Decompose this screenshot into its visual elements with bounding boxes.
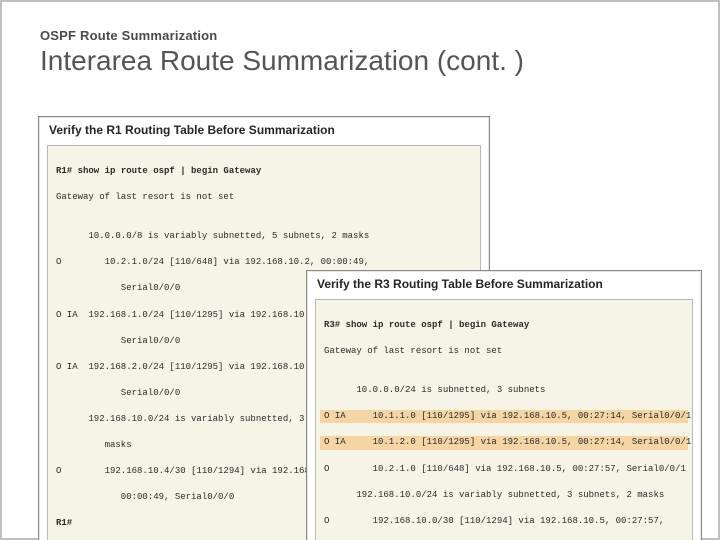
cli-prompt: R1#: [56, 166, 72, 176]
cli-command: show ip route ospf | begin Gateway: [346, 320, 530, 330]
card-r3-cli: R3# show ip route ospf | begin Gateway G…: [315, 299, 693, 540]
cli-prompt: R3#: [324, 320, 340, 330]
cli-command: show ip route ospf | begin Gateway: [78, 166, 262, 176]
cli-line: 192.168.10.0/24 is variably subnetted, 3…: [324, 489, 684, 502]
cli-line: Gateway of last resort is not set: [324, 345, 684, 358]
cli-line: O 10.2.1.0 [110/648] via 192.168.10.5, 0…: [324, 463, 684, 476]
cli-line: Gateway of last resort is not set: [56, 191, 472, 204]
page-title: Interarea Route Summarization (cont. ): [40, 45, 684, 77]
card-r1-caption: Verify the R1 Routing Table Before Summa…: [39, 117, 489, 145]
slide: OSPF Route Summarization Interarea Route…: [0, 0, 720, 540]
card-r3-caption: Verify the R3 Routing Table Before Summa…: [307, 271, 701, 299]
cli-line-highlight: O IA 10.1.1.0 [110/1295] via 192.168.10.…: [320, 410, 688, 423]
topic-label: OSPF Route Summarization: [40, 28, 684, 43]
cli-line-highlight: O IA 10.1.2.0 [110/1295] via 192.168.10.…: [320, 436, 688, 449]
cli-line: O 192.168.10.0/30 [110/1294] via 192.168…: [324, 515, 684, 528]
cli-line: 10.0.0.0/24 is subnetted, 3 subnets: [324, 384, 684, 397]
cli-line: 10.0.0.0/8 is variably subnetted, 5 subn…: [56, 230, 472, 243]
card-r3: Verify the R3 Routing Table Before Summa…: [306, 270, 702, 540]
cli-line: O 10.2.1.0/24 [110/648] via 192.168.10.2…: [56, 256, 472, 269]
